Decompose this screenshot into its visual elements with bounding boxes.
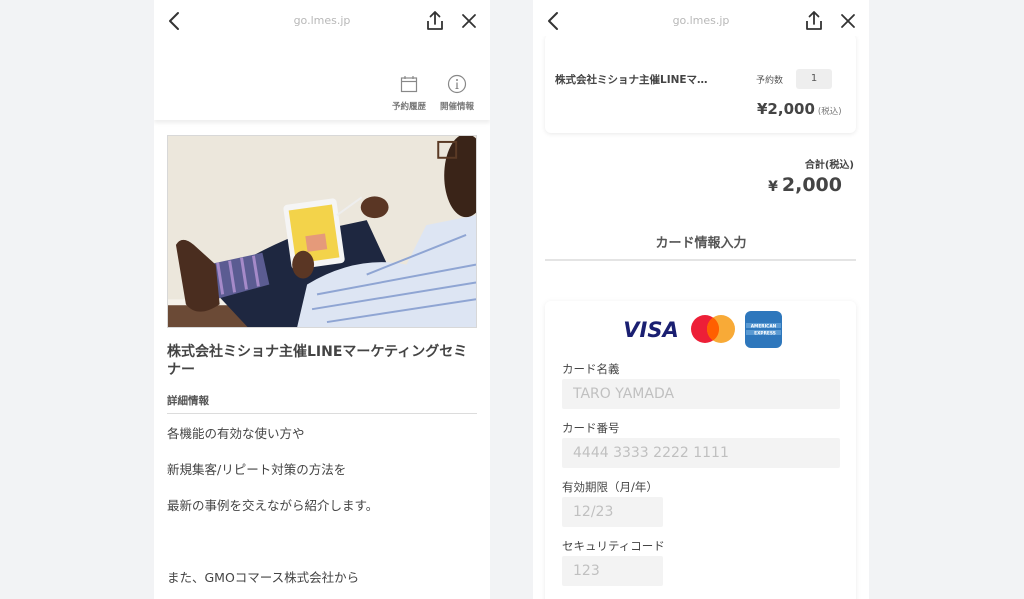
- share-icon[interactable]: [424, 9, 446, 33]
- card-form: VISA AMERICAN EXPRESS カード名義 カード番号 有効期限（月…: [545, 301, 856, 599]
- card-number-label: カード番号: [562, 421, 620, 435]
- browser-topbar: go.lmes.jp: [154, 0, 490, 42]
- amex-line2: EXPRESS: [754, 330, 776, 336]
- amex-line1: AMERICAN: [751, 323, 777, 329]
- order-summary-card: 株式会社ミショナ主催LINEマ… 予約数 1 ¥2,000 (税込): [545, 34, 856, 133]
- order-price-value: ¥2,000: [757, 100, 815, 118]
- cvc-label: セキュリティコード: [562, 539, 665, 553]
- page-subheader: 予約履歴 開催情報: [154, 42, 490, 120]
- quantity-field[interactable]: 1: [796, 69, 832, 89]
- card-brands: VISA AMERICAN EXPRESS: [621, 311, 791, 348]
- card-holder-label: カード名義: [562, 362, 620, 376]
- tax-note: (税込): [817, 107, 842, 117]
- card-holder-input[interactable]: [562, 379, 840, 409]
- event-detail-screen: go.lmes.jp 予約履歴 開催情報 株式会社ミショナ主催LINEマーケティ…: [154, 0, 490, 599]
- close-icon[interactable]: [837, 10, 859, 32]
- expiry-input[interactable]: [562, 497, 663, 527]
- reservation-history-label: 予約履歴: [391, 102, 426, 112]
- description-line: 最新の事例を交えながら紹介します。: [167, 498, 379, 513]
- visa-logo-icon: VISA: [623, 318, 678, 341]
- cvc-input[interactable]: [562, 556, 663, 586]
- divider: [167, 413, 477, 414]
- order-price: ¥2,000 (税込): [757, 100, 842, 118]
- payment-screen: go.lmes.jp 株式会社ミショナ主催LINEマ… 予約数 1 ¥2,000…: [533, 0, 869, 599]
- detail-heading: 詳細情報: [167, 395, 209, 407]
- visa-logo-text: VISA: [623, 318, 678, 341]
- total-amount-value: 2,000: [781, 174, 842, 196]
- description-line: また、GMOコマース株式会社から: [167, 570, 360, 585]
- currency-symbol: ¥: [768, 179, 778, 195]
- expiry-label: 有効期限（月/年）: [562, 480, 658, 494]
- total-amount: ¥2,000: [768, 174, 842, 196]
- reservation-history-button[interactable]: 予約履歴: [387, 74, 431, 112]
- card-section-title: カード情報入力: [655, 236, 747, 251]
- info-icon: [447, 74, 467, 94]
- card-number-input[interactable]: [562, 438, 840, 468]
- quantity-label: 予約数: [756, 76, 784, 86]
- browser-topbar: go.lmes.jp: [533, 0, 869, 36]
- event-title: 株式会社ミショナ主催LINEマーケティングセミナー: [167, 344, 468, 378]
- event-info-label: 開催情報: [439, 102, 474, 112]
- mastercard-logo-icon: [691, 315, 735, 343]
- event-hero-image: [167, 135, 477, 328]
- event-info-button[interactable]: 開催情報: [435, 74, 479, 112]
- order-item-name: 株式会社ミショナ主催LINEマ…: [555, 74, 708, 86]
- description-line: 各機能の有効な使い方や: [167, 426, 305, 441]
- close-icon[interactable]: [458, 10, 480, 32]
- description-line: 新規集客/リピート対策の方法を: [167, 462, 347, 477]
- hero-photo-illustration: [168, 136, 476, 327]
- divider: [545, 259, 856, 261]
- amex-logo-icon: AMERICAN EXPRESS: [745, 311, 782, 348]
- total-label: 合計(税込): [804, 160, 854, 171]
- calendar-icon: [400, 76, 418, 93]
- share-icon[interactable]: [803, 9, 825, 33]
